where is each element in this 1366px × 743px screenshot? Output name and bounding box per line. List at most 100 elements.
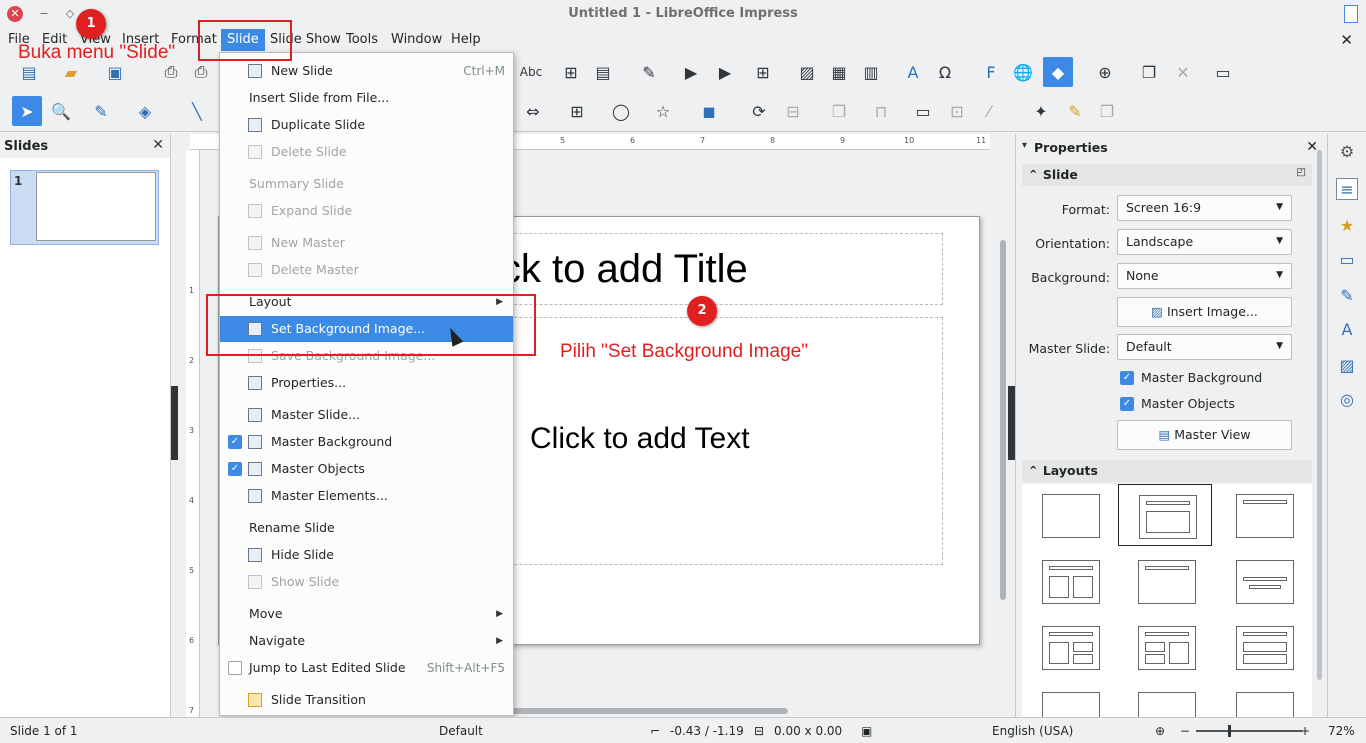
sidebar-scrollbar[interactable] — [1317, 150, 1322, 680]
layout-blank[interactable] — [1022, 484, 1116, 546]
text-box-icon[interactable]: A — [902, 61, 924, 83]
menu-item-master-elements[interactable]: Master Elements... — [220, 483, 513, 509]
zoom-pan-icon[interactable]: 🔍 — [50, 100, 72, 122]
master-view-button[interactable]: ▤ Master View — [1117, 420, 1292, 450]
menu-item-delete-slide[interactable]: Delete Slide — [220, 139, 513, 165]
media-icon[interactable]: ▦ — [828, 61, 850, 83]
animation-tab-icon[interactable]: ▭ — [1336, 248, 1358, 270]
menu-item-master-objects[interactable]: ✓ Master Objects — [220, 456, 513, 482]
new-slide-toolbar-icon[interactable]: ⊕ — [1094, 61, 1116, 83]
toggle-extrusion-icon[interactable]: ❐ — [1096, 100, 1118, 122]
fill-color-icon[interactable]: ◈ — [134, 100, 156, 122]
glue-points-icon[interactable]: ✎ — [1064, 100, 1086, 122]
menu-tools[interactable]: Tools — [346, 32, 378, 47]
chart-icon[interactable]: ▥ — [860, 61, 882, 83]
format-select[interactable]: Screen 16:9 ▼ — [1117, 195, 1292, 221]
flowchart-icon[interactable]: ⊞ — [566, 100, 588, 122]
language[interactable]: English (USA) — [992, 724, 1073, 738]
distribute-icon[interactable]: ⊓ — [870, 100, 892, 122]
stars-icon[interactable]: ☆ — [652, 100, 674, 122]
menu-item-hide-slide[interactable]: Hide Slide — [220, 542, 513, 568]
line-color-icon[interactable]: ✎ — [90, 100, 112, 122]
menu-item-new-master[interactable]: New Master — [220, 230, 513, 256]
slide-section-header[interactable]: ⌃ Slide ◰ — [1022, 164, 1312, 186]
line-icon[interactable]: ╲ — [186, 100, 208, 122]
crop-icon[interactable]: ⊡ — [946, 100, 968, 122]
layouts-section-header[interactable]: ⌃ Layouts — [1022, 460, 1312, 482]
table-icon[interactable]: ⊞ — [752, 61, 774, 83]
layout-title-slide[interactable] — [1118, 550, 1212, 612]
save-icon[interactable]: ▣ — [104, 61, 126, 83]
zoom-level[interactable]: 72% — [1328, 724, 1355, 738]
gallery-tab-icon[interactable]: ▨ — [1336, 354, 1358, 376]
horizontal-scrollbar[interactable] — [508, 708, 788, 714]
spelling-icon[interactable]: Abc — [520, 61, 542, 83]
points-icon[interactable]: ✦ — [1030, 100, 1052, 122]
left-pane-splitter[interactable] — [171, 386, 178, 460]
start-slideshow-icon[interactable]: ▶ — [680, 61, 702, 83]
menu-item-slide-transition[interactable]: Slide Transition — [220, 687, 513, 713]
menu-item-expand-slide[interactable]: Expand Slide — [220, 198, 513, 224]
menu-item-summary-slide[interactable]: Summary Slide — [220, 171, 513, 197]
menu-item-move[interactable]: Move ▶ — [220, 601, 513, 627]
export-pdf-icon[interactable]: ⎙ — [160, 61, 182, 83]
display-views-icon[interactable]: ▤ — [592, 61, 614, 83]
image-icon[interactable]: ▨ — [796, 61, 818, 83]
block-arrows-icon[interactable]: ⇔ — [522, 100, 544, 122]
menu-item-navigate[interactable]: Navigate ▶ — [220, 628, 513, 654]
menu-item-jump-to-last-edited-slide[interactable]: Jump to Last Edited Slide Shift+Alt+F5 — [220, 655, 513, 681]
open-folder-icon[interactable]: ▰ — [60, 61, 82, 83]
master-objects-checkbox[interactable]: ✓ — [1120, 397, 1134, 411]
orientation-select[interactable]: Landscape ▼ — [1117, 229, 1292, 255]
close-document-icon[interactable]: ✕ — [1340, 31, 1353, 49]
menu-item-new-slide[interactable]: New Slide Ctrl+M — [220, 58, 513, 84]
insert-image-button[interactable]: ▨ Insert Image... — [1117, 297, 1292, 327]
hyperlink-icon[interactable]: 🌐 — [1012, 61, 1034, 83]
menu-item-properties[interactable]: Properties... — [220, 370, 513, 396]
shapes-sidebar-icon[interactable]: ◆ — [1043, 57, 1073, 87]
layout-title-content-2[interactable] — [1022, 616, 1116, 678]
menu-item-master-slide[interactable]: Master Slide... — [220, 402, 513, 428]
zoom-slider[interactable] — [1196, 730, 1302, 732]
slide-transition-tab-icon[interactable]: ★ — [1336, 214, 1358, 236]
master-background-checkbox[interactable]: ✓ — [1120, 371, 1134, 385]
select-arrow-icon[interactable]: ➤ — [12, 96, 42, 126]
3d-objects-icon[interactable]: ◼ — [698, 100, 720, 122]
menu-item-master-background[interactable]: ✓ Master Background — [220, 429, 513, 455]
right-pane-splitter[interactable] — [1008, 386, 1015, 460]
special-character-icon[interactable]: Ω — [934, 61, 956, 83]
vertical-scrollbar[interactable] — [1000, 240, 1006, 600]
menu-item-show-slide[interactable]: Show Slide — [220, 569, 513, 595]
duplicate-slide-toolbar-icon[interactable]: ❐ — [1138, 61, 1160, 83]
sidebar-settings-icon[interactable]: ⚙ — [1336, 140, 1358, 162]
navigator-tab-icon[interactable]: ◎ — [1336, 388, 1358, 410]
document-modified-icon[interactable]: ▣ — [861, 724, 872, 738]
rotate-icon[interactable]: ⟳ — [748, 100, 770, 122]
layout-title-content[interactable] — [1118, 484, 1212, 546]
align-icon[interactable]: ⊟ — [782, 100, 804, 122]
shadow-icon[interactable]: ▭ — [912, 100, 934, 122]
callouts-icon[interactable]: ◯ — [610, 100, 632, 122]
print-icon[interactable]: ⎙ — [190, 61, 212, 83]
menu-item-delete-master[interactable]: Delete Master — [220, 257, 513, 283]
layout-centered-text[interactable] — [1216, 550, 1310, 612]
menu-item-rename-slide[interactable]: Rename Slide — [220, 515, 513, 541]
master-slides-tab-icon[interactable]: ✎ — [1336, 284, 1358, 306]
styles-tab-icon[interactable]: A — [1336, 318, 1358, 340]
delete-slide-toolbar-icon[interactable]: ✕ — [1172, 61, 1194, 83]
layout-title-only[interactable] — [1216, 484, 1310, 546]
slide-thumbnail[interactable] — [36, 172, 156, 241]
close-slides-pane-icon[interactable]: ✕ — [152, 137, 164, 153]
master-slide-icon[interactable]: ✎ — [638, 61, 660, 83]
layout-title-2-content-2[interactable] — [1118, 616, 1212, 678]
zoom-slider-handle[interactable] — [1228, 725, 1231, 737]
properties-tab-icon[interactable]: ≡ — [1336, 178, 1358, 200]
grid-icon[interactable]: ⊞ — [560, 61, 582, 83]
sidebar-menu-icon[interactable]: ▾ — [1022, 140, 1027, 151]
background-select[interactable]: None ▼ — [1117, 263, 1292, 289]
fit-slide-icon[interactable]: ⊕ — [1155, 724, 1165, 738]
zoom-out-icon[interactable]: − — [1180, 724, 1190, 738]
layout-title-2-content[interactable] — [1022, 550, 1116, 612]
menu-item-duplicate-slide[interactable]: Duplicate Slide — [220, 112, 513, 138]
slide-layout-icon[interactable]: ▭ — [1212, 61, 1234, 83]
